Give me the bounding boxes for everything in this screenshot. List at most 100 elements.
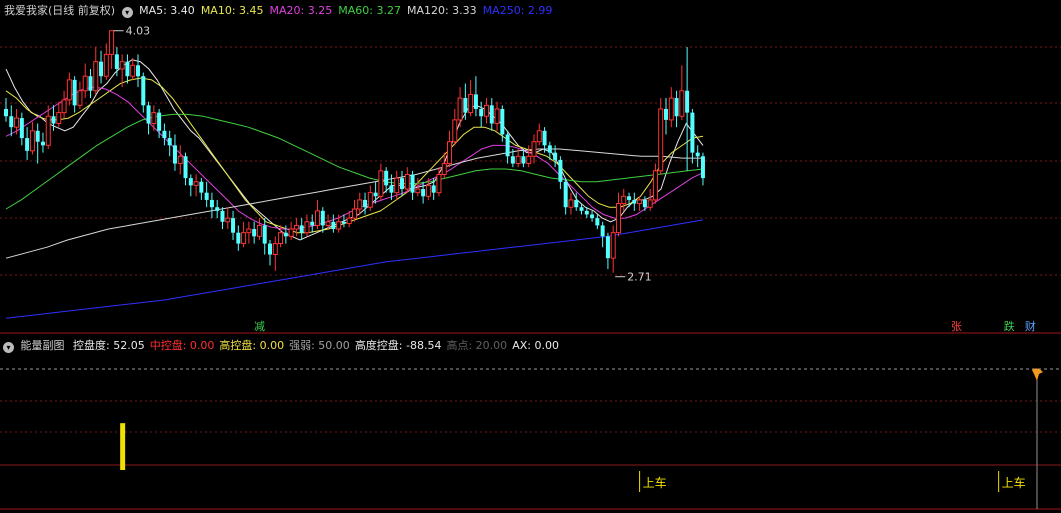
candle-body [51,116,56,124]
candle-body [193,181,199,186]
candle-body [632,199,637,204]
candle-56 [299,218,304,240]
candle-88 [468,79,474,117]
candle-body [262,225,267,244]
candle-body [553,152,558,160]
ma-legend-2: MA20: 3.25 [269,4,333,17]
candle-body [331,221,336,230]
candle-111 [590,210,595,222]
candle-body [167,138,172,146]
candle-44 [236,225,241,251]
candle-body [373,192,378,197]
candle-body [700,156,705,179]
candle-body [29,130,35,152]
candle-body [664,108,668,120]
candle-19 [103,43,109,80]
candle-115 [610,225,616,273]
candle-47 [252,221,257,244]
candle-132 [700,152,705,186]
candle-body [637,199,643,205]
candle-119 [632,192,637,211]
candle-body [9,116,14,128]
candle-64 [341,214,346,228]
candle-body [510,156,515,164]
candle-95 [505,130,510,164]
candle-body [283,232,288,237]
candle-105 [558,156,563,190]
candle-26 [141,72,146,113]
candle-28 [151,105,157,131]
candle-127 [674,90,679,128]
candle-42 [225,207,231,230]
candle-body [642,199,647,208]
candle-body [136,65,140,77]
candle-body [473,94,478,109]
candle-body [389,185,394,193]
candle-body [241,232,247,245]
candle-body [378,170,384,197]
candle-106 [563,178,568,215]
candle-body [220,210,225,222]
candle-58 [310,214,315,233]
candle-76 [404,167,410,193]
candle-body [615,203,621,234]
candle-45 [241,221,247,248]
candle-body [479,108,484,117]
chart-labels: 4.03 2.71 减 张 跌财 [113,25,1036,333]
candle-body [40,141,45,146]
sub-legend-3: 强弱: 50.00 [289,339,350,352]
sub-legend: ▾ 能量副图 控盘度: 52.05 中控盘: 0.00 高控盘: 0.00 强弱: 5… [3,337,559,353]
candle-24 [130,58,136,80]
candle-body [114,54,119,69]
candle-body [56,112,62,125]
candle-17 [93,47,99,95]
candle-body [103,53,109,77]
candle-body [621,195,627,205]
candle-body [627,196,632,200]
candle-body [325,221,331,226]
candle-body [695,152,700,157]
collapse-icon[interactable]: ▾ [121,7,133,18]
candle-body [236,232,241,244]
candle-90 [479,101,484,128]
candle-32 [172,134,177,171]
candle-87 [463,83,468,120]
candle-89 [473,76,478,117]
sub-legend-5: 高点: 20.00 [446,339,508,352]
candle-body [272,243,278,256]
candle-116 [615,192,621,237]
candle-body [394,177,400,194]
candle-body [647,199,653,208]
candle-body [199,181,204,193]
collapse-icon[interactable]: ▾ [3,342,14,353]
candle-99 [526,145,532,168]
candle-body [652,170,658,201]
candle-body [489,105,494,124]
candle-33 [177,145,183,175]
candle-43 [231,210,236,240]
candle-body [231,218,236,233]
candle-body [93,61,99,92]
candle-112 [595,214,600,230]
candle-body [558,159,563,182]
candle-39 [209,192,214,219]
candle-body [679,90,685,117]
candle-10 [56,101,62,128]
candle-body [125,61,130,77]
candle-18 [99,50,104,84]
candle-30 [162,123,167,146]
candle-body [421,189,426,197]
candle-55 [293,218,299,237]
candle-body [400,178,404,190]
candle-body [568,199,574,208]
ma-legend-items: MA5: 3.40 MA10: 3.45 MA20: 3.25 MA60: 3.27 M… [139,4,558,17]
candle-5 [29,121,35,155]
candle-body [82,75,88,92]
candle-body [77,90,83,106]
candle-36 [193,174,199,197]
candle-body [526,155,532,165]
candle-11 [61,90,67,119]
candle-body [215,207,220,211]
candle-123 [652,163,658,204]
candle-0 [4,98,8,122]
